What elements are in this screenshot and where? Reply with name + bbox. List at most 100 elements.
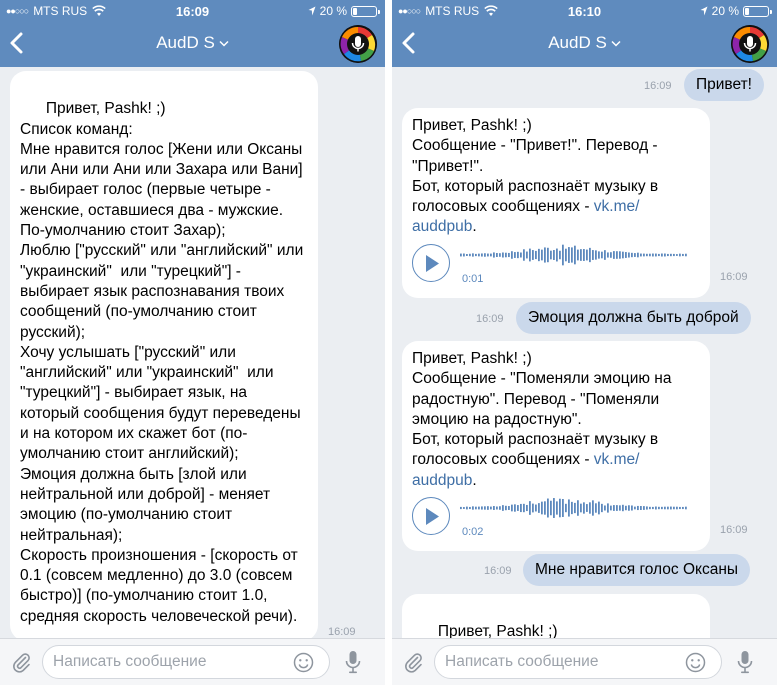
waveform-bar: [610, 505, 612, 511]
location-icon: [308, 6, 316, 16]
waveform-bar: [508, 252, 510, 257]
message-input[interactable]: [434, 645, 722, 679]
battery-icon: [351, 5, 380, 17]
waveform-bar: [511, 504, 513, 512]
waveform-bar: [685, 506, 687, 510]
message-list[interactable]: 16:09 Привет! Привет, Pashk! ;) Сообщени…: [392, 67, 777, 638]
waveform-bar: [475, 506, 477, 510]
play-button[interactable]: [412, 243, 450, 282]
waveform-bar: [547, 498, 549, 518]
voice-duration: 0:01: [462, 272, 484, 285]
waveform-bar: [577, 500, 579, 516]
chat-screen-left: Привет, Pashk! ;) Список команд: Мне нра…: [0, 0, 385, 685]
waveform-bar: [655, 253, 657, 257]
microphone-icon[interactable]: [344, 650, 362, 674]
waveform-bar: [601, 251, 603, 259]
emoji-icon[interactable]: [293, 652, 314, 673]
waveform-bar: [529, 501, 531, 515]
link-end: .: [472, 471, 477, 489]
waveform-bar: [505, 252, 507, 258]
message-text: Привет, Pashk! ;) Сообщение - "Поменяли …: [437, 623, 558, 638]
waveform-bar: [556, 501, 558, 515]
waveform-bar: [622, 504, 624, 512]
waveform-bar: [583, 248, 585, 261]
waveform-bar: [589, 502, 591, 514]
waveform-bar: [472, 506, 474, 510]
avatar-microphone-icon: [731, 25, 769, 63]
message-text: Мне нравится голос Оксаны: [535, 561, 739, 578]
waveform-bar: [625, 251, 627, 258]
waveform-bar: [604, 249, 606, 260]
waveform-bar: [463, 507, 465, 510]
waveform-bar: [466, 506, 468, 510]
waveform-bar: [559, 250, 561, 260]
waveform-bar: [661, 253, 663, 257]
waveform-bar: [526, 505, 528, 512]
waveform-bar: [481, 506, 483, 510]
waveform-bar: [565, 248, 567, 262]
avatar[interactable]: [731, 25, 769, 63]
waveform-bar: [640, 253, 642, 257]
message-input-bar: [392, 638, 777, 685]
waveform-bar: [634, 506, 636, 510]
waveform-bar: [523, 249, 525, 261]
waveform-bar: [646, 253, 648, 256]
waveform-bar: [631, 252, 633, 257]
waveform-bar: [508, 506, 510, 511]
battery-icon: [743, 5, 772, 17]
waveform-bar: [490, 506, 492, 510]
waveform-bar: [667, 506, 669, 510]
chevron-down-icon: [611, 40, 621, 47]
waveform-bar: [589, 247, 591, 262]
waveform-bar: [679, 253, 681, 257]
waveform-bar: [595, 503, 597, 513]
message-list[interactable]: Привет, Pashk! ;) Список команд: Мне нра…: [0, 67, 385, 638]
waveform-bar: [511, 251, 513, 259]
waveform-bar: [613, 250, 615, 259]
avatar-microphone-icon: [339, 25, 377, 63]
play-button[interactable]: [412, 497, 450, 536]
waveform-bar: [526, 251, 528, 259]
waveform-bar: [544, 247, 546, 263]
avatar[interactable]: [339, 25, 377, 63]
waveform-bar: [643, 506, 645, 510]
waveform-bar: [553, 249, 555, 260]
chat-title[interactable]: AudD S: [392, 33, 777, 53]
waveform-bar: [664, 253, 666, 257]
chat-title[interactable]: AudD S: [0, 33, 385, 53]
microphone-icon[interactable]: [736, 650, 754, 674]
waveform[interactable]: [460, 497, 690, 519]
waveform-bar: [619, 251, 621, 259]
waveform-bar: [664, 506, 666, 510]
waveform-bar: [505, 505, 507, 511]
nav-bar: AudD S: [0, 22, 385, 67]
waveform-bar: [676, 253, 678, 256]
message-outgoing: Привет!: [684, 69, 764, 101]
waveform-bar: [544, 501, 546, 515]
message-text: Привет!: [696, 76, 752, 93]
waveform-bar: [610, 251, 612, 258]
message-outgoing: Эмоция должна быть доброй: [516, 302, 751, 334]
message-time: 16:09: [720, 524, 748, 536]
status-bar: ●●○○○ MTS RUS 16:09 20 %: [0, 0, 385, 22]
waveform-bar: [637, 252, 639, 258]
attachment-icon[interactable]: [402, 651, 424, 673]
waveform-bar: [574, 245, 576, 265]
waveform-bar: [592, 500, 594, 516]
waveform-bar: [625, 505, 627, 511]
screen-divider: [385, 0, 392, 685]
attachment-icon[interactable]: [10, 651, 32, 673]
waveform[interactable]: [460, 244, 690, 266]
waveform-bar: [478, 253, 480, 257]
waveform-bar: [565, 503, 567, 513]
waveform-bar: [529, 248, 531, 262]
waveform-bar: [682, 507, 684, 510]
waveform-bar: [478, 506, 480, 510]
chat-title-text: AudD S: [548, 33, 607, 52]
emoji-icon[interactable]: [685, 652, 706, 673]
message-time: 16:09: [644, 80, 672, 92]
message-input[interactable]: [42, 645, 330, 679]
waveform-bar: [598, 501, 600, 515]
message-time: 16:09: [328, 626, 356, 638]
play-icon: [426, 254, 439, 272]
